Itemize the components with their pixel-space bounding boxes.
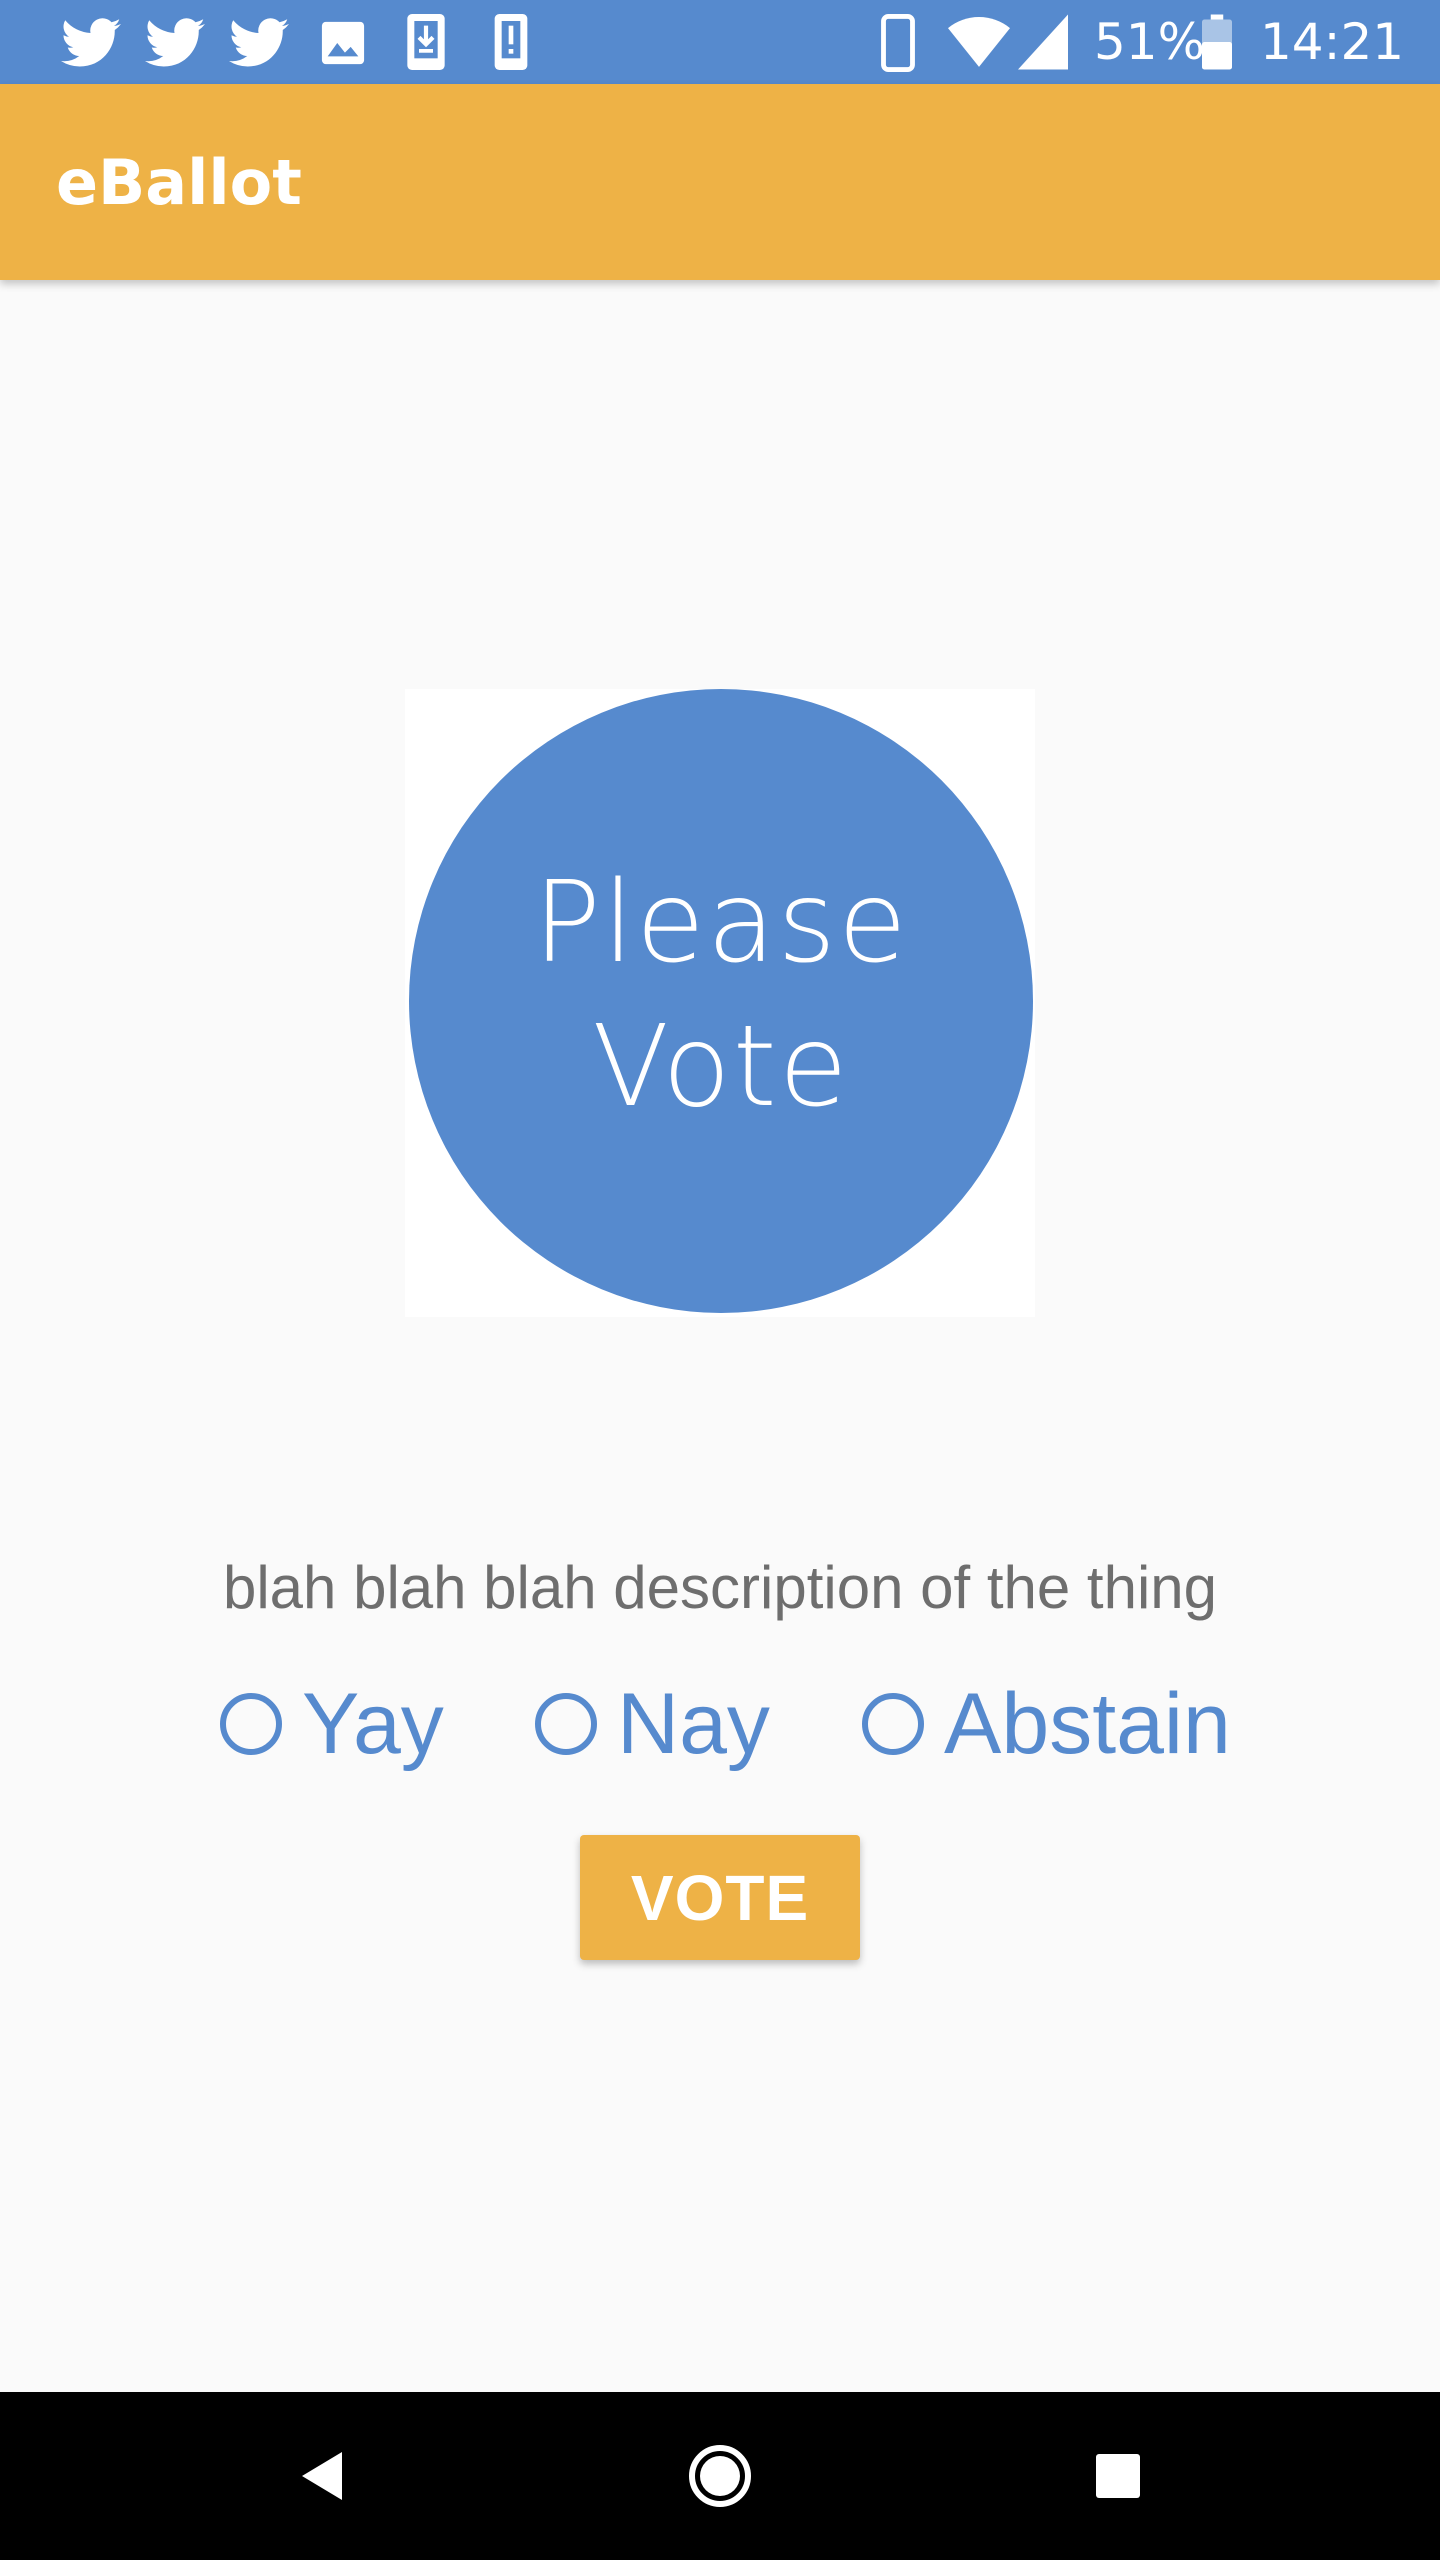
twitter-icon	[61, 18, 121, 67]
download-icon	[407, 14, 445, 70]
home-icon[interactable]	[672, 2428, 768, 2524]
radio-label-yay[interactable]: Yay	[302, 1672, 444, 1776]
radio-option-abstain[interactable]: Abstain	[862, 1672, 1231, 1776]
status-bar: 51% 14:21	[0, 0, 1440, 84]
back-icon[interactable]	[272, 2428, 368, 2524]
vote-button-label: VOTE	[630, 1861, 810, 1934]
please-vote-line2: Vote	[592, 1002, 850, 1132]
please-vote-image: Please Vote	[405, 689, 1035, 1317]
radio-button-icon[interactable]	[535, 1693, 597, 1755]
battery-percent: 51%	[1094, 13, 1206, 71]
alert-phone-icon	[494, 14, 528, 70]
battery-icon	[1202, 14, 1232, 70]
please-vote-line1: Please	[533, 858, 909, 988]
recents-icon[interactable]	[1070, 2428, 1166, 2524]
phone-icon	[881, 14, 915, 72]
please-vote-circle: Please Vote	[409, 689, 1033, 1313]
radio-button-icon[interactable]	[220, 1693, 282, 1755]
navigation-bar	[0, 2392, 1440, 2560]
twitter-icon	[145, 18, 205, 67]
image-icon	[321, 21, 365, 65]
app-bar: eBallot	[0, 84, 1440, 280]
ballot-description: blah blah blah description of the thing	[222, 1554, 1218, 1621]
radio-label-nay[interactable]: Nay	[617, 1672, 770, 1776]
twitter-icon	[229, 18, 289, 67]
radio-option-yay[interactable]: Yay	[220, 1672, 444, 1776]
radio-option-nay[interactable]: Nay	[535, 1672, 770, 1776]
radio-label-abstain[interactable]: Abstain	[944, 1672, 1231, 1776]
radio-button-icon[interactable]	[862, 1693, 924, 1755]
app-title: eBallot	[56, 146, 302, 219]
wifi-icon	[948, 17, 1010, 67]
clock: 14:21	[1260, 13, 1405, 71]
signal-icon	[1018, 14, 1068, 70]
vote-button[interactable]: VOTE	[580, 1835, 860, 1960]
